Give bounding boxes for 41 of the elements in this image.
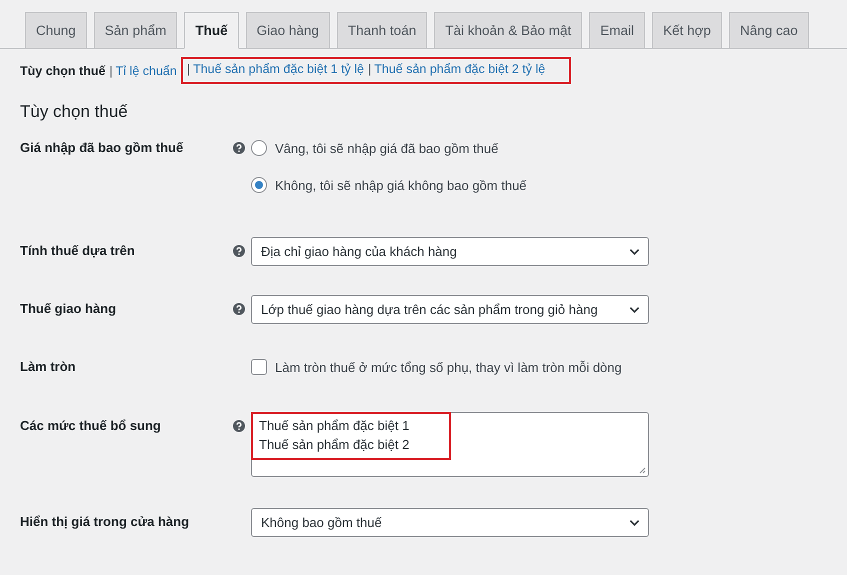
checkbox[interactable] xyxy=(251,359,267,375)
tab[interactable]: Tài khoản & Bảo mật xyxy=(434,12,582,48)
dropdown[interactable]: Lớp thuế giao hàng dựa trên các sản phẩm trong giỏ hàng xyxy=(251,295,649,324)
radio-button[interactable] xyxy=(251,140,267,156)
dropdown[interactable]: Địa chỉ giao hàng của khách hàng xyxy=(251,237,649,266)
subnav-link[interactable]: Thuế sản phẩm đặc biệt 1 tỷ lệ xyxy=(193,62,364,76)
section-heading: Tùy chọn thuế xyxy=(20,102,129,122)
tab[interactable]: Thuế xyxy=(184,12,239,49)
subnav-link[interactable]: Tỉ lệ chuẩn xyxy=(116,64,177,78)
help-icon[interactable] xyxy=(233,303,245,315)
help-icon[interactable] xyxy=(233,142,245,154)
subnav-link[interactable]: Tùy chọn thuế xyxy=(20,64,106,78)
chevron-icon xyxy=(629,248,640,256)
tab[interactable]: Sản phẩm xyxy=(94,12,178,48)
separator: | xyxy=(368,62,372,76)
resize-handle-icon[interactable] xyxy=(638,466,646,474)
chevron-icon xyxy=(629,306,640,314)
dropdown[interactable]: Không bao gồm thuế xyxy=(251,508,649,537)
subnav-link[interactable]: Thuế sản phẩm đặc biệt 2 tỷ lệ xyxy=(374,62,546,76)
chevron-icon xyxy=(629,518,640,526)
tab[interactable]: Chung xyxy=(25,12,87,48)
tab[interactable]: Giao hàng xyxy=(246,12,330,48)
separator: | xyxy=(186,62,190,76)
radio-button[interactable] xyxy=(251,177,267,193)
field-label: Hiển thị giá trong cửa hàng xyxy=(20,513,190,531)
field-label: Thuế giao hàng xyxy=(20,300,118,318)
option-label: Làm tròn thuế ở mức tổng số phụ, thay vì làm tròn mỗi dòng xyxy=(275,360,622,374)
field-label: Làm tròn xyxy=(20,358,77,376)
help-icon[interactable] xyxy=(233,420,245,432)
help-icon[interactable] xyxy=(233,245,245,257)
tab[interactable]: Email xyxy=(589,12,646,48)
option-label: Vâng, tôi sẽ nhập giá đã bao gồm thuế xyxy=(275,140,498,156)
tab[interactable]: Nâng cao xyxy=(728,12,809,48)
separator: | xyxy=(109,64,113,78)
field-label: Tính thuế dựa trên xyxy=(20,242,136,260)
field-label: Các mức thuế bổ sung xyxy=(20,417,162,435)
option-label: Không, tôi sẽ nhập giá không bao gồm thuế xyxy=(275,178,527,192)
tab[interactable]: Thanh toán xyxy=(336,12,428,48)
field-label: Giá nhập đã bao gồm thuế xyxy=(20,139,184,157)
tab[interactable]: Kết hợp xyxy=(652,12,722,48)
text-area[interactable]: Thuế sản phẩm đặc biệt 1 Thuế sản phẩm đặc biệt 2 xyxy=(251,412,649,477)
